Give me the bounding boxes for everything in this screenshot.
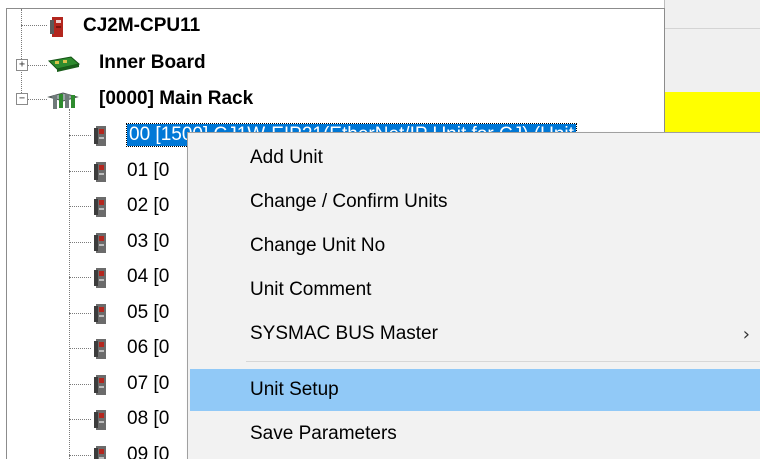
tree-line <box>27 65 47 66</box>
menu-item-label: Save Parameters <box>250 423 397 444</box>
tree-node-slot[interactable]: 02 [0 <box>93 190 169 222</box>
tree-line <box>21 25 47 26</box>
tree-line <box>69 383 91 385</box>
tree-node-slot[interactable]: 06 [0 <box>93 332 169 364</box>
app-window: CJ2M-CPU11 + Inner Board − [0000] Main R… <box>0 0 760 459</box>
menu-item-change-unit-no[interactable]: Change Unit No <box>190 225 760 267</box>
tree-line <box>69 312 91 314</box>
io-unit-icon <box>93 267 107 294</box>
menu-item-add-unit[interactable]: Add Unit <box>190 137 760 179</box>
tree-node-label: 09 [0 <box>127 443 170 459</box>
io-unit-icon <box>93 161 107 188</box>
tree-node-slot[interactable]: 07 [0 <box>93 368 169 400</box>
tree-line <box>69 277 91 278</box>
highlight-bar <box>664 92 760 132</box>
menu-item-label: SYSMAC BUS Master <box>250 323 438 344</box>
rack-icon <box>47 89 81 116</box>
tree-node-label: 03 [0 <box>127 230 170 252</box>
tree-line <box>69 170 91 172</box>
io-unit-icon <box>93 445 107 459</box>
tree-node-label: 04 [0 <box>127 266 170 287</box>
io-unit-icon <box>93 125 107 152</box>
io-unit-icon <box>93 409 107 436</box>
tree-node-label: 02 [0 <box>127 195 170 216</box>
tree-line <box>69 348 91 349</box>
io-unit-icon <box>93 303 107 330</box>
tree-node-label: Inner Board <box>99 52 206 73</box>
menu-item-save-parameters[interactable]: Save Parameters <box>190 413 760 455</box>
inner-board-icon <box>47 55 81 78</box>
io-unit-icon <box>93 374 107 401</box>
header-divider <box>665 28 760 29</box>
io-unit-icon <box>93 338 107 365</box>
menu-separator <box>246 361 760 362</box>
tree-node-label: 06 [0 <box>127 337 170 358</box>
io-unit-icon <box>93 232 107 259</box>
menu-item-label: Change / Confirm Units <box>250 191 448 212</box>
tree-node-slot[interactable]: 09 [0 <box>93 439 169 459</box>
menu-item-change-confirm-units[interactable]: Change / Confirm Units <box>190 181 760 223</box>
tree-node-label: [0000] Main Rack <box>99 88 254 109</box>
tree-line <box>69 135 91 136</box>
tree-node-slot[interactable]: 04 [0 <box>93 261 169 293</box>
expand-toggle[interactable]: + <box>16 59 28 71</box>
menu-item-label: Change Unit No <box>250 235 386 256</box>
menu-item-unit-comment[interactable]: Unit Comment <box>190 269 760 311</box>
plc-cpu-icon <box>49 16 65 43</box>
tree-node-label: 01 [0 <box>127 159 170 181</box>
tree-node-cpu[interactable]: CJ2M-CPU11 <box>49 10 200 42</box>
tree-line <box>69 109 70 459</box>
menu-item-sysmac-bus-master[interactable]: SYSMAC BUS Master › <box>190 313 760 355</box>
tree-node-slot[interactable]: 03 [0 <box>93 226 169 258</box>
tree-node-label: CJ2M-CPU11 <box>83 15 201 36</box>
menu-item-label: Unit Setup <box>250 379 339 400</box>
context-menu: Add Unit Change / Confirm Units Change U… <box>187 132 760 459</box>
tree-line <box>69 454 91 456</box>
tree-node-main-rack[interactable]: [0000] Main Rack <box>47 83 254 116</box>
tree-line <box>21 9 22 97</box>
tree-line <box>69 419 91 420</box>
tree-line <box>69 206 91 207</box>
tree-node-label: 05 [0 <box>127 301 170 323</box>
tree-line <box>27 99 47 100</box>
collapse-toggle[interactable]: − <box>16 93 28 105</box>
editor-header-area <box>664 0 760 92</box>
tree-node-label: 07 [0 <box>127 372 170 394</box>
menu-item-unit-setup[interactable]: Unit Setup <box>190 369 760 411</box>
tree-node-inner-board[interactable]: Inner Board <box>47 47 206 79</box>
tree-line <box>69 241 91 243</box>
menu-item-label: Add Unit <box>250 147 323 168</box>
submenu-arrow-icon: › <box>742 323 750 345</box>
menu-item-label: Unit Comment <box>250 279 372 300</box>
tree-node-slot[interactable]: 01 [0 <box>93 155 169 187</box>
io-unit-icon <box>93 196 107 223</box>
tree-node-slot[interactable]: 05 [0 <box>93 297 169 329</box>
tree-node-label: 08 [0 <box>127 408 170 429</box>
tree-node-slot[interactable]: 08 [0 <box>93 403 169 435</box>
